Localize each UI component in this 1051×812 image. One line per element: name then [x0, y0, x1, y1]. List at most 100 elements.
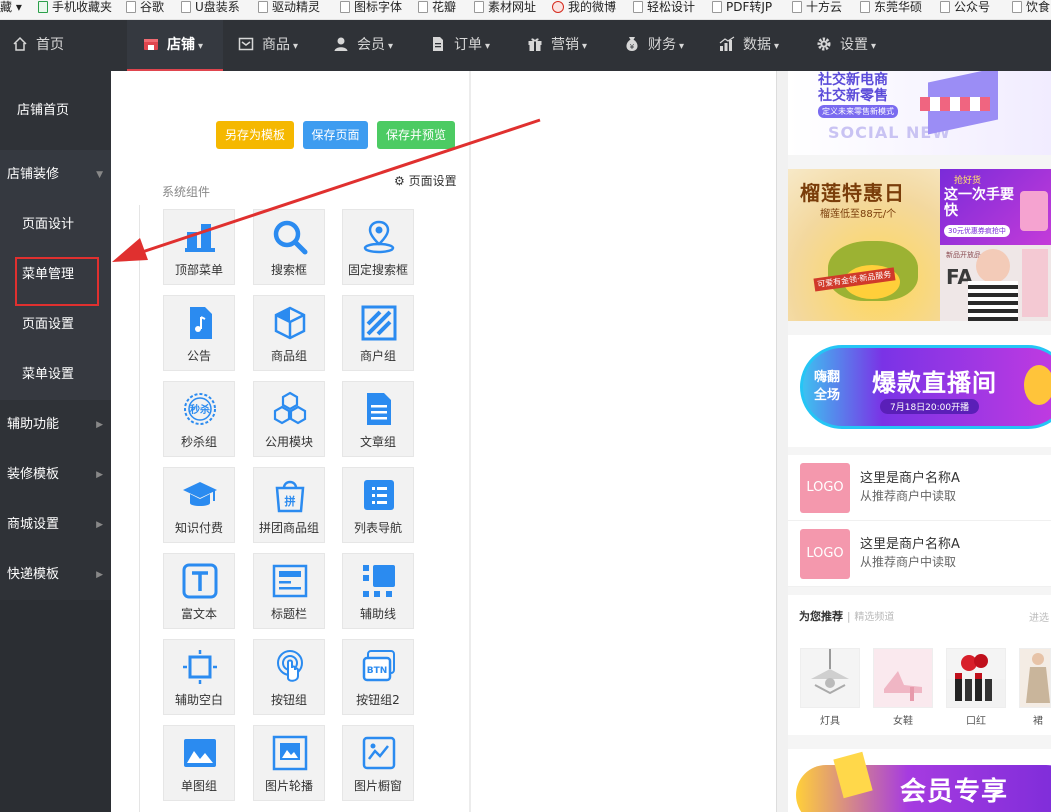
text-icon — [182, 563, 218, 599]
component-button-group-2[interactable]: BTN 按钮组2 — [342, 639, 414, 715]
product-thumb-dress[interactable] — [1019, 648, 1051, 708]
bookmark-item[interactable]: 十方云 — [792, 0, 842, 19]
preview-flash-banner[interactable]: 抢好货 这一次手要快 30元优惠券疯抢中 — [940, 169, 1051, 245]
component-carousel[interactable]: 图片轮播 — [253, 725, 325, 801]
bookmark-item[interactable]: 公众号 — [940, 0, 990, 19]
shop-sub: 从推荐商户中读取 — [860, 555, 957, 569]
home-icon — [13, 36, 27, 51]
component-merchant-group[interactable]: 商户组 — [342, 295, 414, 371]
sidebar-item-menu-settings[interactable]: 菜单设置 — [0, 350, 111, 400]
preview-divider — [776, 71, 788, 812]
graduation-cap-icon — [183, 482, 217, 506]
sidebar-item-label: 页面设置 — [22, 317, 75, 332]
component-aux-blank[interactable]: 辅助空白 — [163, 639, 235, 715]
weibo-icon — [552, 1, 564, 13]
nav-goods[interactable]: 商品 ▾ — [238, 20, 298, 71]
bookmark-label: 谷歌 — [140, 0, 165, 14]
component-single-image[interactable]: 单图组 — [163, 725, 235, 801]
product-thumb-lamp[interactable] — [800, 648, 860, 708]
bookmark-item[interactable]: 素材网址 — [474, 0, 536, 19]
product-label: 口红 — [966, 716, 986, 727]
bookmark-item[interactable]: PDF转JP — [712, 0, 772, 19]
product-thumb-shoes[interactable] — [873, 648, 933, 708]
chevron-down-icon: ▾ — [293, 41, 299, 52]
component-article-group[interactable]: 文章组 — [342, 381, 414, 457]
preview-fashion-banner[interactable]: 新品开放品 FA — [940, 245, 1051, 321]
preview-member-banner[interactable]: 会员专享 — [788, 749, 1051, 812]
preview-gap — [788, 587, 1051, 595]
nav-settings[interactable]: 设置 ▾ — [816, 20, 876, 71]
component-group-buy[interactable]: 拼 拼团商品组 — [253, 467, 325, 543]
bookmark-label: 花瓣 — [432, 0, 457, 14]
product-label: 女鞋 — [893, 716, 913, 727]
component-rich-text[interactable]: 富文本 — [163, 553, 235, 629]
preview-banner-social[interactable]: 社交新电商 社交新零售 定义未来零售新模式 SOCIAL NEW — [788, 71, 1051, 155]
component-label: 公告 — [186, 349, 211, 363]
nav-label: 店铺 — [167, 37, 195, 53]
bookmark-item[interactable]: 东莞华硕 — [860, 0, 922, 19]
bookmark-item[interactable]: 花瓣 — [418, 0, 457, 19]
nav-order[interactable]: 订单 ▾ — [430, 20, 490, 71]
nav-finance[interactable]: ¥ 财务 ▾ — [624, 20, 684, 71]
page-icon — [940, 1, 950, 13]
bookmark-label: 驱动精灵 — [272, 0, 321, 14]
component-button-group[interactable]: 按钮组 — [253, 639, 325, 715]
preview-live-banner[interactable]: 嗨翻 全场 爆款直播间 7月18日20:00开播 — [788, 335, 1051, 447]
preview-durian-banner[interactable]: 榴莲特惠日 榴莲低至88元/个 可爱有金领·新品服务 — [788, 169, 940, 321]
bookmark-item[interactable]: 轻松设计 — [633, 0, 695, 19]
component-knowledge[interactable]: 知识付费 — [163, 467, 235, 543]
svg-text:¥: ¥ — [630, 43, 635, 51]
product-label: 灯具 — [820, 716, 840, 727]
component-common-module[interactable]: 公用模块 — [253, 381, 325, 457]
shop-name: 这里是商户名称A — [860, 537, 960, 552]
bookmark-item[interactable]: U盘装系 — [181, 0, 240, 19]
page-icon — [474, 1, 484, 13]
page-icon — [181, 1, 191, 13]
bookmark-item[interactable]: 手机收藏夹 — [38, 0, 112, 19]
bookmark-item[interactable]: 藏 ▾ — [0, 0, 22, 19]
component-seckill[interactable]: 秒杀 秒杀组 — [163, 381, 235, 457]
nav-store[interactable]: 店铺 ▾ — [127, 20, 223, 71]
component-title-bar[interactable]: 标题栏 — [253, 553, 325, 629]
component-label: 拼团商品组 — [258, 521, 319, 535]
page-icon — [258, 1, 268, 13]
nav-home[interactable]: 首页 — [12, 20, 64, 71]
touch-icon — [277, 650, 303, 682]
sidebar-item-page-design[interactable]: 页面设计 — [0, 200, 111, 250]
preview-gap — [788, 447, 1051, 455]
nav-data[interactable]: 数据 ▾ — [719, 20, 779, 71]
component-goods-group[interactable]: 商品组 — [253, 295, 325, 371]
preview-shop-row[interactable]: LOGO 这里是商户名称A 从推荐商户中读取 — [788, 521, 1051, 587]
banner-text: 社交新零售 — [818, 88, 888, 104]
sidebar-item-templates[interactable]: 装修模板 ▶ — [0, 450, 111, 500]
component-list-nav[interactable]: 列表导航 — [342, 467, 414, 543]
component-guide-line[interactable]: 辅助线 — [342, 553, 414, 629]
product-thumb-lipstick[interactable] — [946, 648, 1006, 708]
cosmetic-illustration — [1020, 191, 1048, 231]
sidebar-item-page-settings[interactable]: 页面设置 — [0, 300, 111, 350]
bookmark-item[interactable]: 谷歌 — [126, 0, 165, 19]
nav-member[interactable]: 会员 ▾ — [333, 20, 393, 71]
hatched-box-icon — [361, 305, 397, 341]
preview-shop-row[interactable]: LOGO 这里是商户名称A 从推荐商户中读取 — [788, 455, 1051, 521]
component-label: 辅助线 — [359, 607, 396, 621]
sidebar-item-store-home[interactable]: 店铺首页 — [0, 86, 111, 136]
music-file-icon — [190, 307, 212, 339]
nav-marketing[interactable]: 营销 ▾ — [527, 20, 587, 71]
nav-label: 数据 — [743, 37, 771, 53]
sidebar-item-decoration[interactable]: 店铺装修 ▼ — [0, 150, 111, 200]
bag-icon: 拼 — [275, 480, 305, 513]
component-showcase[interactable]: 图片橱窗 — [342, 725, 414, 801]
bookmark-item[interactable]: 饮食 — [1012, 0, 1050, 19]
bookmark-item[interactable]: 驱动精灵 — [258, 0, 321, 19]
sidebar-item-aux[interactable]: 辅助功能 ▶ — [0, 400, 111, 450]
component-notice[interactable]: 公告 — [163, 295, 235, 371]
nav-label: 会员 — [357, 37, 385, 53]
recommend-more[interactable]: 进选 — [1029, 609, 1049, 624]
sidebar-item-express[interactable]: 快递模板 ▶ — [0, 550, 111, 600]
sidebar-item-mall-settings[interactable]: 商城设置 ▶ — [0, 500, 111, 550]
btn-icon: BTN — [362, 650, 395, 682]
chevron-right-icon: ▶ — [96, 470, 103, 480]
bookmark-item[interactable]: 我的微博 — [552, 0, 616, 19]
bookmark-item[interactable]: 图标字体 — [340, 0, 402, 19]
